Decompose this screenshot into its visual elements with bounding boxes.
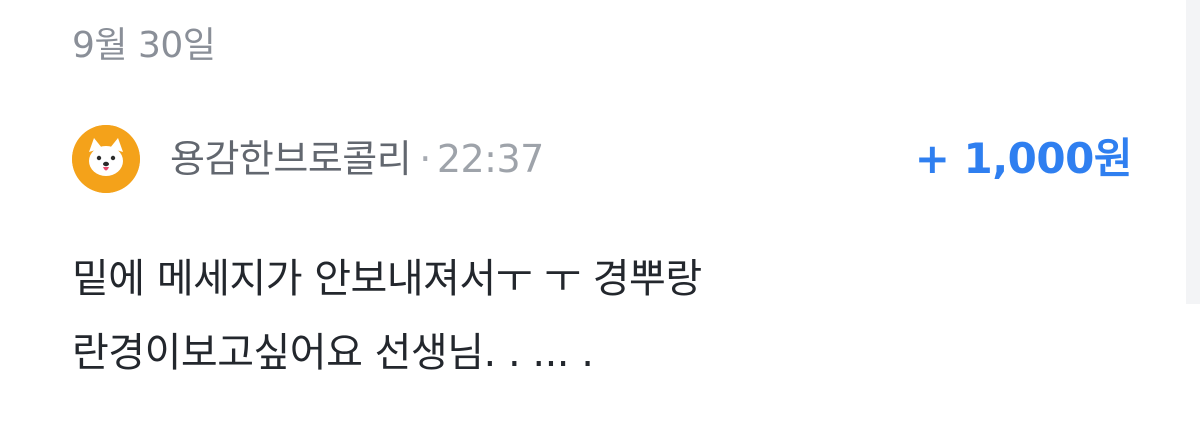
separator-dot: · <box>419 137 431 181</box>
message-line: 밑에 메세지가 안보내져서ㅜ ㅜ 경뿌랑 <box>72 256 702 302</box>
date-header: 9월 30일 <box>72 25 216 66</box>
sender-line: 용감한브로콜리 · 22:37 <box>170 129 544 189</box>
timestamp: 22:37 <box>436 137 545 181</box>
dog-face-icon <box>72 125 140 193</box>
avatar[interactable] <box>72 125 140 193</box>
message-line: 란경이보고싶어요 선생님. . ... . <box>72 330 594 376</box>
donation-entry[interactable]: 용감한브로콜리 · 22:37 + 1,000원 <box>72 121 1133 197</box>
scroll-edge <box>1186 0 1200 304</box>
sender-name[interactable]: 용감한브로콜리 <box>170 137 412 181</box>
donation-amount: + 1,000원 <box>914 134 1133 183</box>
message-text: 밑에 메세지가 안보내져서ㅜ ㅜ 경뿌랑 란경이보고싶어요 선생님. . ...… <box>72 242 1132 390</box>
